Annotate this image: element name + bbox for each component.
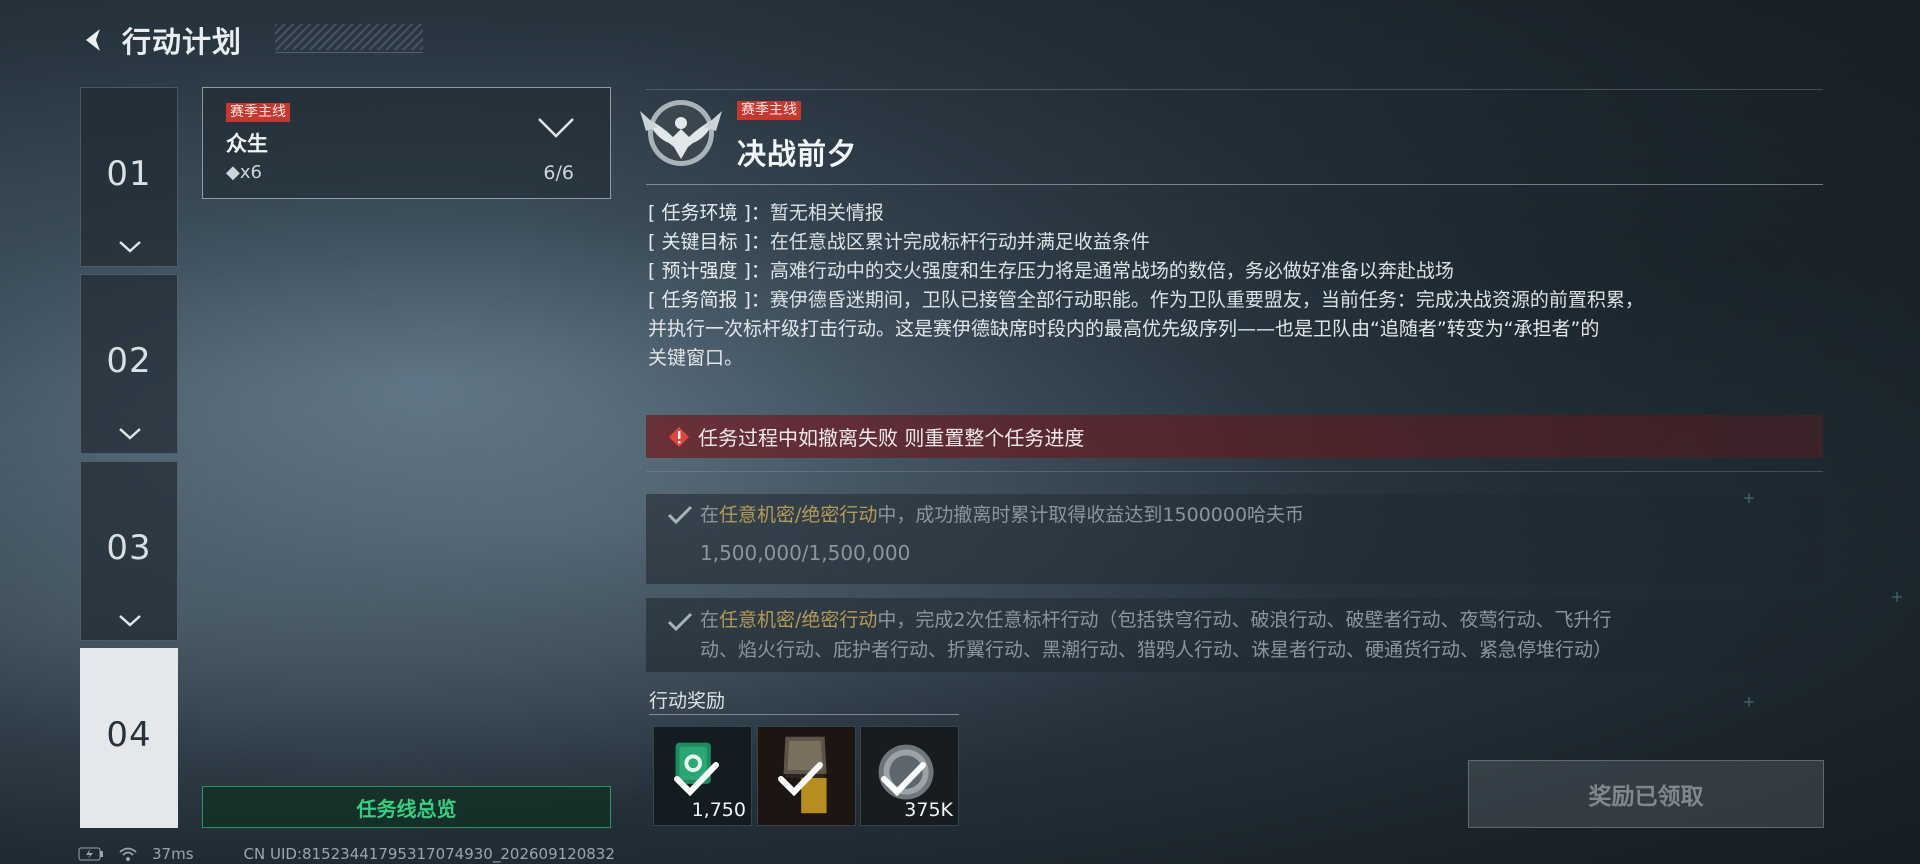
season-main-tag: 赛季主线 — [737, 101, 801, 120]
chevron-down-icon — [119, 241, 141, 253]
check-icon — [667, 505, 693, 525]
wifi-icon — [118, 846, 138, 862]
info-value: 在任意战区累计完成标杆行动并满足收益条件 — [769, 231, 1150, 253]
season-main-tag: 赛季主线 — [226, 103, 290, 122]
crosshair-icon — [1744, 697, 1754, 707]
objective-suffix: 中，完成2次任意标杆行动（包括铁穹行动、破浪行动、破壁者行动、夜莺行动、飞升行 — [877, 609, 1612, 631]
mission-overview-button[interactable]: 任务线总览 — [202, 786, 611, 828]
warning-divider — [646, 471, 1823, 472]
warning-icon — [669, 426, 689, 447]
header-decoration — [275, 24, 423, 50]
objective-suffix: 中，成功撤离时累计取得收益达到1500000哈夫币 — [877, 504, 1305, 526]
mission-count: ◆x6 — [226, 162, 262, 183]
objective-line2: 动、焰火行动、庇护者行动、折翼行动、黑潮行动、猎鸦人行动、诛星者行动、硬通货行动… — [700, 639, 1613, 661]
player-uid: CN UID:815234417953170749​30_20260912083… — [243, 845, 615, 863]
objective-highlight: 任意机密/绝密行动 — [719, 609, 878, 631]
eagle-emblem-icon — [640, 100, 722, 166]
objective-prefix: 在 — [700, 504, 720, 526]
info-value: 暂无相关情报 — [769, 202, 884, 224]
chapter-tab-02[interactable]: 02 — [80, 274, 178, 454]
page-title: 行动计划 — [122, 25, 243, 59]
claimed-check-icon — [778, 762, 823, 797]
info-row-environment: [ 任务环境 ]： 暂无相关情报 — [648, 199, 1823, 228]
objective-prefix: 在 — [700, 609, 720, 631]
reward-item[interactable]: 1,750 — [653, 726, 752, 826]
objective-text: 在任意机密/绝密行动中，成功撤离时累计取得收益达到1500000哈夫币 1,50… — [700, 500, 1783, 568]
chapter-number: 03 — [106, 528, 152, 568]
check-icon — [667, 612, 693, 632]
chapter-tab-04[interactable]: 04 — [80, 648, 178, 828]
briefing-continued: 并执行一次标杆级打击行动。这是赛伊德缺席时段内的最高优先级序列——也是卫队由“追… — [648, 318, 1600, 340]
claimed-check-icon — [881, 762, 926, 797]
header-divider — [275, 52, 423, 53]
objective-text: 在任意机密/绝密行动中，完成2次任意标杆行动（包括铁穹行动、破浪行动、破壁者行动… — [700, 605, 1783, 665]
back-arrow-icon[interactable] — [78, 23, 112, 57]
objective-item: 在任意机密/绝密行动中，完成2次任意标杆行动（包括铁穹行动、破浪行动、破壁者行动… — [646, 598, 1823, 672]
mission-info: [ 任务环境 ]： 暂无相关情报 [ 关键目标 ]： 在任意战区累计完成标杆行动… — [648, 199, 1823, 373]
detail-top-divider — [646, 89, 1823, 90]
reward-item[interactable] — [757, 726, 856, 826]
info-label: [ 关键目标 ]： — [648, 231, 770, 253]
objective-highlight: 任意机密/绝密行动 — [719, 504, 878, 526]
warning-banner: 任务过程中如撤离失败 则重置整个任务进度 — [646, 415, 1823, 458]
chevron-down-icon[interactable] — [536, 116, 576, 140]
reward-item[interactable]: 375K — [860, 726, 959, 826]
rewards-claimed-button[interactable]: 奖励已领取 — [1468, 760, 1824, 828]
chapter-tab-01[interactable]: 01 — [80, 87, 178, 267]
info-row-intensity: [ 预计强度 ]： 高难行动中的交火强度和生存压力将是通常战场的数倍，务必做好准… — [648, 257, 1823, 286]
chevron-down-icon — [119, 428, 141, 440]
battery-charging-icon — [78, 847, 104, 861]
info-row-briefing: [ 任务简报 ]： 赛伊德昏迷期间，卫队已接管全部行动职能。作为卫队重要盟友，当… — [648, 286, 1823, 315]
rewards-divider — [649, 714, 959, 715]
warning-text: 任务过程中如撤离失败 则重置整个任务进度 — [698, 426, 1085, 450]
rewards-label: 行动奖励 — [649, 690, 726, 712]
info-label: [ 任务环境 ]： — [648, 202, 770, 224]
status-bar: 37ms CN UID:815234417953170749​30_202609… — [78, 845, 615, 863]
crosshair-icon — [1892, 592, 1902, 602]
chapter-number: 01 — [106, 154, 152, 194]
chapter-number: 04 — [106, 715, 152, 755]
crosshair-icon — [1744, 493, 1754, 503]
objective-progress: 1,500,000/1,500,000 — [700, 541, 911, 565]
reward-quantity: 1,750 — [691, 799, 746, 821]
chevron-down-icon — [119, 615, 141, 627]
ping-value: 37ms — [152, 845, 194, 863]
info-row-objective: [ 关键目标 ]： 在任意战区累计完成标杆行动并满足收益条件 — [648, 228, 1823, 257]
chapter-tab-03[interactable]: 03 — [80, 461, 178, 641]
mission-name: 众生 — [226, 132, 268, 156]
mission-progress: 6/6 — [543, 162, 574, 184]
info-value: 高难行动中的交火强度和生存压力将是通常战场的数倍，务必做好准备以奔赴战场 — [769, 260, 1454, 282]
mission-list-item[interactable]: 赛季主线 众生 ◆x6 6/6 — [202, 87, 611, 199]
info-value: 赛伊德昏迷期间，卫队已接管全部行动职能。作为卫队重要盟友，当前任务：完成决战资源… — [769, 289, 1644, 311]
header: 行动计划 — [78, 18, 242, 62]
chapter-tabs: 01 02 03 04 — [80, 87, 178, 835]
briefing-continued: 关键窗口。 — [648, 347, 744, 369]
objective-item: 在任意机密/绝密行动中，成功撤离时累计取得收益达到1500000哈夫币 1,50… — [646, 494, 1823, 584]
detail-divider — [646, 184, 1823, 185]
chapter-number: 02 — [106, 341, 152, 381]
info-label: [ 任务简报 ]： — [648, 289, 770, 311]
mission-title: 决战前夕 — [737, 137, 858, 171]
reward-quantity: 375K — [904, 799, 953, 821]
info-label: [ 预计强度 ]： — [648, 260, 770, 282]
claimed-check-icon — [674, 762, 719, 797]
